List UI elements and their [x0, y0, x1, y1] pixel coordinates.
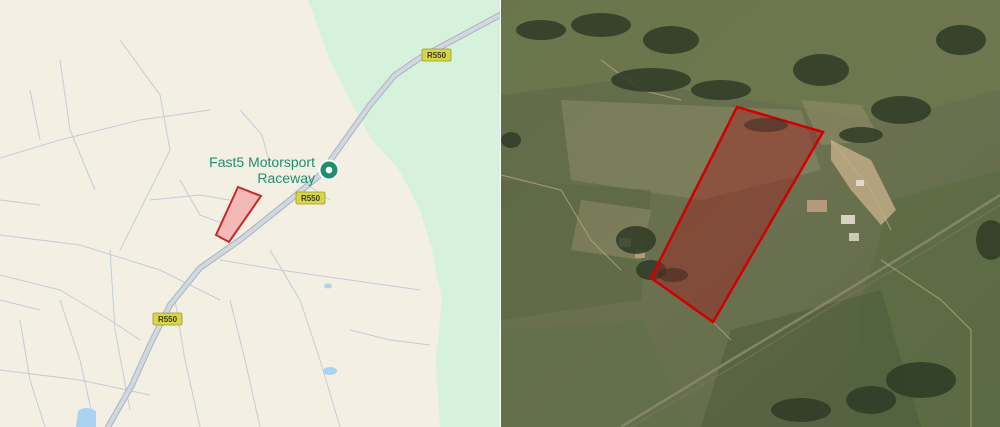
road-shield: R550: [152, 312, 183, 326]
road-shield: R550: [421, 48, 452, 62]
road-map-view[interactable]: R550 R550 R550 Fast5 Motorsport Raceway: [0, 0, 500, 427]
poi-label-line1[interactable]: Fast5 Motorsport: [209, 154, 315, 170]
pond: [76, 408, 96, 427]
svg-text:R550: R550: [427, 51, 447, 60]
svg-text:R550: R550: [301, 194, 321, 203]
satellite-canvas: [501, 0, 1000, 427]
poi-marker[interactable]: [318, 159, 340, 181]
road-map-canvas: R550 R550 R550 Fast5 Motorsport Raceway: [0, 0, 500, 427]
pond: [324, 283, 332, 289]
road-shield: R550: [295, 191, 326, 205]
poi-label-line2[interactable]: Raceway: [257, 170, 315, 186]
satellite-view[interactable]: [501, 0, 1000, 427]
svg-text:R550: R550: [158, 315, 178, 324]
map-comparison: R550 R550 R550 Fast5 Motorsport Raceway: [0, 0, 1000, 427]
pond: [323, 367, 337, 375]
